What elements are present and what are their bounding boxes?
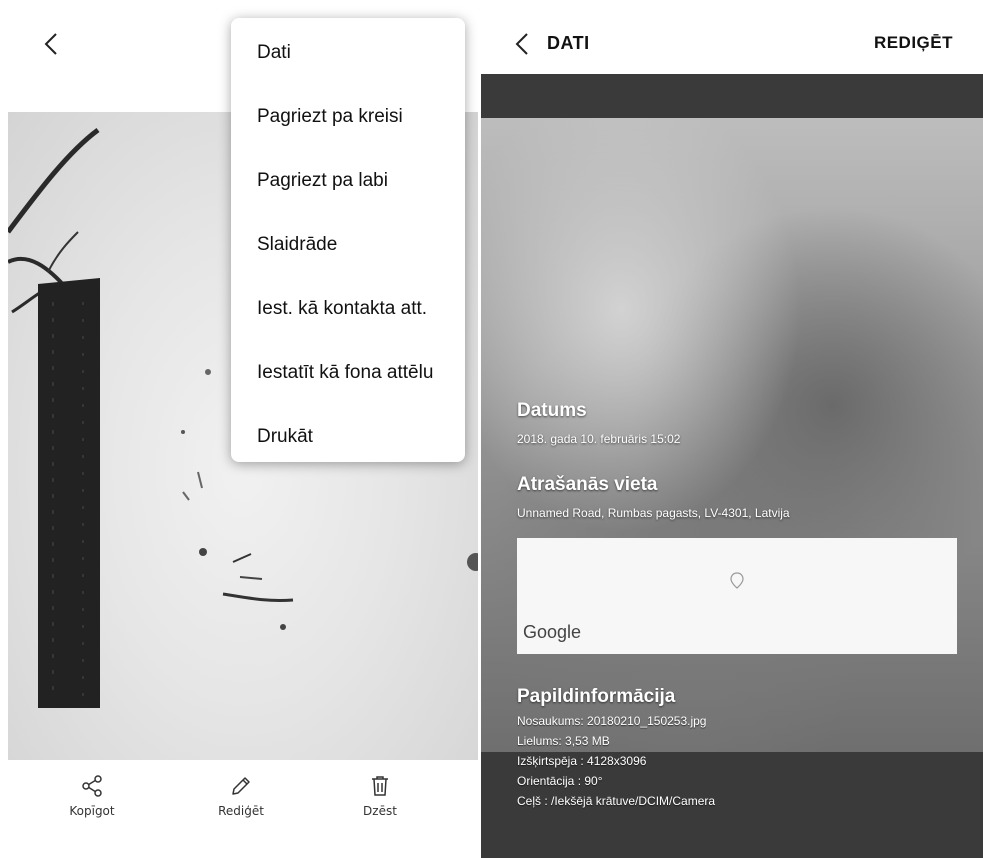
menu-item-set-contact-photo[interactable]: Iest. kā kontakta att. — [257, 298, 427, 320]
date-title: Datums — [517, 400, 587, 421]
location-title: Atrašanās vieta — [517, 474, 658, 495]
info-orientation: Orientācija : 90° — [517, 774, 603, 788]
chevron-left-icon — [515, 33, 528, 55]
map-pin-icon — [730, 572, 744, 589]
location-value: Unnamed Road, Rumbas pagasts, LV-4301, L… — [517, 506, 790, 520]
details-title: DATI — [547, 33, 590, 53]
info-size: Lielums: 3,53 MB — [517, 734, 610, 748]
menu-item-details[interactable]: Dati — [257, 42, 291, 64]
info-filename: Nosaukums: 20180210_150253.jpg — [517, 714, 707, 728]
details-header: DATI REDIĢĒT — [481, 0, 983, 74]
edit-button[interactable]: Rediģēt — [191, 774, 291, 818]
details-edit-button[interactable]: REDIĢĒT — [874, 33, 953, 53]
bottom-action-bar: Kopīgot Rediģēt Dzēst — [0, 760, 478, 858]
menu-item-rotate-left[interactable]: Pagriezt pa kreisi — [257, 106, 403, 128]
overflow-menu: Dati Pagriezt pa kreisi Pagriezt pa labi… — [231, 18, 465, 462]
info-resolution: Izšķirtspēja : 4128x3096 — [517, 754, 647, 768]
share-icon — [82, 775, 102, 797]
header-shade — [481, 74, 983, 118]
extra-info-title: Papildinformācija — [517, 686, 676, 707]
chevron-left-icon — [44, 33, 57, 55]
edit-label: Rediģēt — [218, 804, 264, 818]
date-value: 2018. gada 10. februāris 15:02 — [517, 432, 681, 446]
trash-icon — [372, 776, 388, 796]
info-path: Ceļš : /Iekšējā krātuve/DCIM/Camera — [517, 794, 716, 808]
delete-button[interactable]: Dzēst — [330, 774, 430, 818]
location-map[interactable]: Google — [517, 538, 957, 654]
menu-item-slideshow[interactable]: Slaidrāde — [257, 234, 337, 256]
back-button[interactable] — [36, 26, 66, 62]
menu-item-set-wallpaper[interactable]: Iestatīt kā fona attēlu — [257, 362, 433, 384]
details-back-button[interactable] — [511, 28, 533, 60]
pencil-icon — [232, 777, 250, 795]
share-label: Kopīgot — [69, 804, 115, 818]
gallery-viewer: Dati Pagriezt pa kreisi Pagriezt pa labi… — [0, 0, 478, 858]
menu-item-rotate-right[interactable]: Pagriezt pa labi — [257, 170, 388, 192]
google-logo: Google — [523, 622, 582, 642]
delete-label: Dzēst — [363, 804, 397, 818]
details-view: DATI REDIĢĒT Datums 2018. gada 10. febru… — [481, 0, 983, 858]
share-button[interactable]: Kopīgot — [42, 774, 142, 818]
menu-item-print[interactable]: Drukāt — [257, 426, 313, 448]
